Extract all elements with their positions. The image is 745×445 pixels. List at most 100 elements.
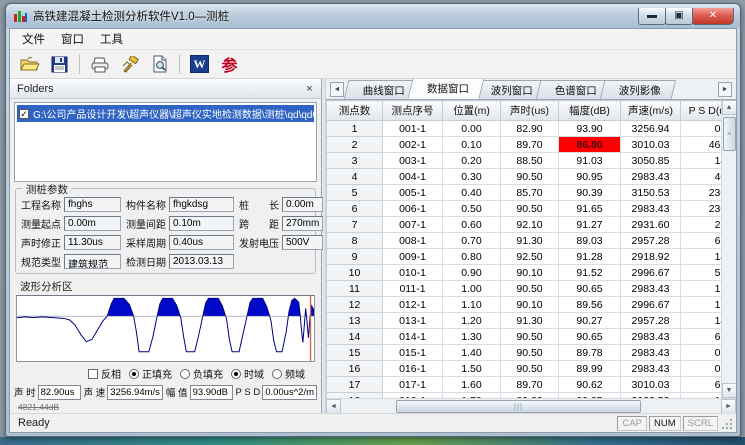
waveform-plot[interactable] (16, 295, 315, 362)
table-row[interactable]: 17017-11.6089.7090.623010.036.40 (327, 377, 722, 393)
tab-scroll-right-icon[interactable]: ► (718, 82, 732, 97)
app-window: 高铁建混凝土检测分析软件V1.0—测桩 ▬ ▣ ✕ 文件窗口工具 (5, 3, 741, 437)
table-cell: 90.95 (559, 169, 621, 185)
readout-value[interactable]: 3256.94m/s (107, 385, 163, 400)
table-cell: 2983.43 (621, 329, 681, 345)
horizontal-scroll-thumb[interactable]: ||| (396, 400, 641, 413)
menu-item[interactable]: 文件 (14, 29, 53, 49)
menu-item[interactable]: 工具 (92, 29, 131, 49)
save-button[interactable] (46, 52, 73, 77)
table-row[interactable]: 8008-10.7091.3089.032957.286.40 (327, 233, 722, 249)
param-value[interactable]: 建筑规范 (64, 254, 121, 269)
column-header[interactable]: 位置(m) (443, 101, 501, 121)
param-value[interactable]: fhghs (64, 197, 121, 212)
scroll-up-icon[interactable]: ▲ (722, 100, 737, 115)
column-header[interactable]: 测点数 (327, 101, 383, 121)
table-row[interactable]: 15015-11.4090.5089.782983.430.00 (327, 345, 722, 361)
table-cell: 89.70 (501, 137, 559, 153)
table-row[interactable]: 12012-11.1090.1089.562996.671.60 (327, 297, 722, 313)
table-row[interactable]: 13013-11.2091.3090.272957.2814.4 (327, 313, 722, 329)
folder-list[interactable]: ✓ G:\公司产品设计开发\超声仪器\超声仪实地检测数据\测桩\qd\qd03\… (14, 102, 317, 182)
minimize-button[interactable]: ▬ (638, 8, 666, 25)
tab-label: 波列影像 (619, 83, 661, 98)
export-report-button[interactable] (116, 52, 143, 77)
table-cell: 017-1 (383, 377, 443, 393)
title-bar[interactable]: 高铁建混凝土检测分析软件V1.0—测桩 ▬ ▣ ✕ (6, 4, 740, 28)
invert-checkbox[interactable]: 反相 (88, 366, 121, 381)
folder-checkbox[interactable]: ✓ (19, 109, 29, 119)
readout-value[interactable]: 0.00us^2/m (262, 385, 317, 400)
param-value[interactable]: 0.00m (64, 216, 121, 231)
table-cell: 14.4 (681, 153, 722, 169)
table-row[interactable]: 16016-11.5090.5089.992983.430.00 (327, 361, 722, 377)
print-preview-button[interactable] (146, 52, 173, 77)
table-row[interactable]: 14014-11.3090.5090.652983.436.40 (327, 329, 722, 345)
fill-negative-radio[interactable]: 负填充 (180, 366, 223, 381)
param-label: 工程名称 (21, 197, 61, 212)
menu-item[interactable]: 窗口 (53, 29, 92, 49)
word-export-button[interactable]: W (186, 52, 213, 77)
param-value[interactable]: 0.40us (169, 235, 234, 250)
table-cell: 0.70 (443, 233, 501, 249)
table-cell: 5 (327, 185, 383, 201)
table-row[interactable]: 11011-11.0090.5090.652983.431.60 (327, 281, 722, 297)
table-cell: 0.80 (443, 249, 501, 265)
column-header[interactable]: 声速(m/s) (621, 101, 681, 121)
parameters-button[interactable]: 参 (216, 52, 243, 77)
folders-panel-close-icon[interactable]: × (302, 82, 317, 96)
close-button[interactable]: ✕ (692, 8, 734, 25)
radio-on-icon (129, 369, 139, 379)
param-value[interactable]: 2013.03.13 (169, 254, 234, 269)
table-cell: 15 (327, 345, 383, 361)
param-value[interactable]: fhgkdsg (169, 197, 234, 212)
readout-value[interactable]: 82.90us (38, 385, 81, 400)
table-row[interactable]: 10010-10.9090.1091.522996.6757.6 (327, 265, 722, 281)
param-field: 工程名称fhghs (21, 197, 121, 212)
params-grid: 工程名称fhghs构件名称fhgkdsg桩 长0.00m测量起点0.00m测量间… (21, 197, 310, 269)
table-row[interactable]: 1001-10.0082.9093.903256.940.00 (327, 121, 722, 137)
column-header[interactable]: 幅度(dB) (559, 101, 621, 121)
scroll-right-icon[interactable]: ► (721, 399, 736, 414)
param-field: 测量起点0.00m (21, 216, 121, 231)
param-label: 测量起点 (21, 216, 61, 231)
folder-list-item[interactable]: ✓ G:\公司产品设计开发\超声仪器\超声仪实地检测数据\测桩\qd\qd03\… (17, 105, 314, 122)
table-row[interactable]: 4004-10.3090.5090.952983.4340.0 (327, 169, 722, 185)
status-bar: Ready CAPNUMSCRL (10, 413, 736, 432)
tab-scroll-left-icon[interactable]: ◄ (330, 82, 344, 97)
table-cell: 85.70 (501, 185, 559, 201)
tab-item[interactable]: 数据窗口 (407, 79, 484, 99)
column-header[interactable]: 声时(us) (501, 101, 559, 121)
folder-path: G:\公司产品设计开发\超声仪器\超声仪实地检测数据\测桩\qd\qd03\qd… (33, 106, 314, 121)
print-button[interactable] (86, 52, 113, 77)
open-file-button[interactable] (16, 52, 43, 77)
fill-positive-radio[interactable]: 正填充 (129, 366, 172, 381)
horizontal-scrollbar[interactable]: ◄ ||| ► (326, 398, 736, 413)
param-value[interactable]: 0.00m (282, 197, 323, 212)
tab-item[interactable]: 波列影像 (600, 80, 677, 99)
param-value[interactable]: 0.10m (169, 216, 234, 231)
param-value[interactable]: 270mm (282, 216, 323, 231)
table-row[interactable]: 2002-10.1089.7086.803010.03462.4 (327, 137, 722, 153)
maximize-button[interactable]: ▣ (665, 8, 693, 25)
table-row[interactable]: 3003-10.2088.5091.033050.8514.4 (327, 153, 722, 169)
param-value[interactable]: 500V (282, 235, 323, 250)
table-row[interactable]: 5005-10.4085.7090.393150.53230.4 (327, 185, 722, 201)
table-cell: 90.50 (501, 345, 559, 361)
readout-label: 幅 值 (166, 385, 188, 399)
table-row[interactable]: 9009-10.8092.5091.282918.9214.4 (327, 249, 722, 265)
table-row[interactable]: 7007-10.6092.1091.272931.6025.6 (327, 217, 722, 233)
time-domain-radio[interactable]: 时域 (231, 366, 264, 381)
param-value[interactable]: 11.30us (64, 235, 121, 250)
scroll-left-icon[interactable]: ◄ (326, 399, 341, 414)
scroll-down-icon[interactable]: ▼ (722, 383, 737, 398)
readout-value[interactable]: 93.90dB (190, 385, 233, 400)
client-area: 文件窗口工具 (9, 28, 737, 433)
vertical-scrollbar[interactable]: ▲ ≡ ▼ (721, 100, 736, 398)
column-header[interactable]: 测点序号 (383, 101, 443, 121)
column-header[interactable]: P S D(us (681, 101, 722, 121)
resize-grip-icon[interactable] (720, 416, 734, 431)
table-cell: 16 (327, 361, 383, 377)
vertical-scroll-thumb[interactable]: ≡ (723, 117, 736, 151)
table-row[interactable]: 6006-10.5090.5091.652983.43230.4 (327, 201, 722, 217)
freq-domain-radio[interactable]: 频域 (272, 366, 305, 381)
